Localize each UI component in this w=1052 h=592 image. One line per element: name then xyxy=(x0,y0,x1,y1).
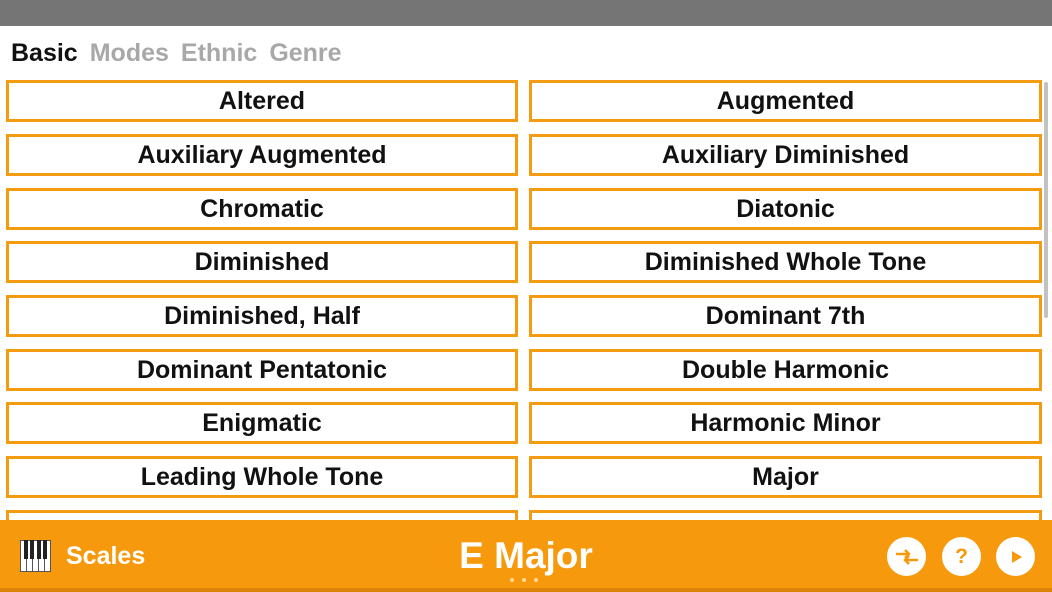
scale-item[interactable]: Diatonic xyxy=(529,188,1042,230)
page-dot xyxy=(534,578,538,582)
scale-row: Altered Augmented xyxy=(0,80,1052,122)
status-bar xyxy=(0,0,1052,26)
scale-item[interactable]: Double Harmonic xyxy=(529,349,1042,391)
scale-item[interactable]: Dominant 7th xyxy=(529,295,1042,337)
scale-item[interactable]: Altered xyxy=(6,80,518,122)
scale-item-cutoff[interactable] xyxy=(529,510,1042,520)
swap-button[interactable] xyxy=(887,537,926,576)
scale-row: Diminished, Half Dominant 7th xyxy=(0,295,1052,337)
scale-row: Dominant Pentatonic Double Harmonic xyxy=(0,349,1052,391)
page-indicator xyxy=(510,578,538,582)
scale-item[interactable]: Diminished, Half xyxy=(6,295,518,337)
list-scrollbar[interactable] xyxy=(1044,82,1048,318)
scale-item[interactable]: Diminished xyxy=(6,241,518,283)
scale-list[interactable]: Altered Augmented Auxiliary Augmented Au… xyxy=(0,80,1052,520)
swap-arrows-icon xyxy=(895,548,918,565)
page-dot xyxy=(510,578,514,582)
bottom-toolbar: Scales E Major ? xyxy=(0,520,1052,592)
scale-item[interactable]: Auxiliary Diminished xyxy=(529,134,1042,176)
scale-row-partial xyxy=(0,510,1052,520)
question-mark-icon: ? xyxy=(955,544,968,568)
tab-genre[interactable]: Genre xyxy=(269,39,341,68)
scale-item[interactable]: Dominant Pentatonic xyxy=(6,349,518,391)
scale-item-cutoff[interactable] xyxy=(6,510,518,520)
scale-item[interactable]: Diminished Whole Tone xyxy=(529,241,1042,283)
page-dot xyxy=(522,578,526,582)
category-tabs: Basic Modes Ethnic Genre xyxy=(11,38,342,68)
current-scale-title: E Major xyxy=(459,535,593,576)
help-button[interactable]: ? xyxy=(942,537,981,576)
scale-item[interactable]: Harmonic Minor xyxy=(529,402,1042,444)
scale-row: Enigmatic Harmonic Minor xyxy=(0,402,1052,444)
scale-row: Diminished Diminished Whole Tone xyxy=(0,241,1052,283)
scale-row: Chromatic Diatonic xyxy=(0,188,1052,230)
scale-item[interactable]: Auxiliary Augmented xyxy=(6,134,518,176)
tab-ethnic[interactable]: Ethnic xyxy=(181,39,257,68)
play-icon xyxy=(1011,550,1022,563)
tab-basic[interactable]: Basic xyxy=(11,39,78,68)
scale-item[interactable]: Major xyxy=(529,456,1042,498)
scale-row: Leading Whole Tone Major xyxy=(0,456,1052,498)
scale-item[interactable]: Augmented xyxy=(529,80,1042,122)
scale-row: Auxiliary Augmented Auxiliary Diminished xyxy=(0,134,1052,176)
piano-icon xyxy=(20,540,51,572)
app-label[interactable]: Scales xyxy=(66,540,145,572)
tab-modes[interactable]: Modes xyxy=(90,39,169,68)
scale-item[interactable]: Chromatic xyxy=(6,188,518,230)
toolbar-shadow xyxy=(0,588,1052,592)
scale-item[interactable]: Enigmatic xyxy=(6,402,518,444)
scale-item[interactable]: Leading Whole Tone xyxy=(6,456,518,498)
play-button[interactable] xyxy=(996,537,1035,576)
